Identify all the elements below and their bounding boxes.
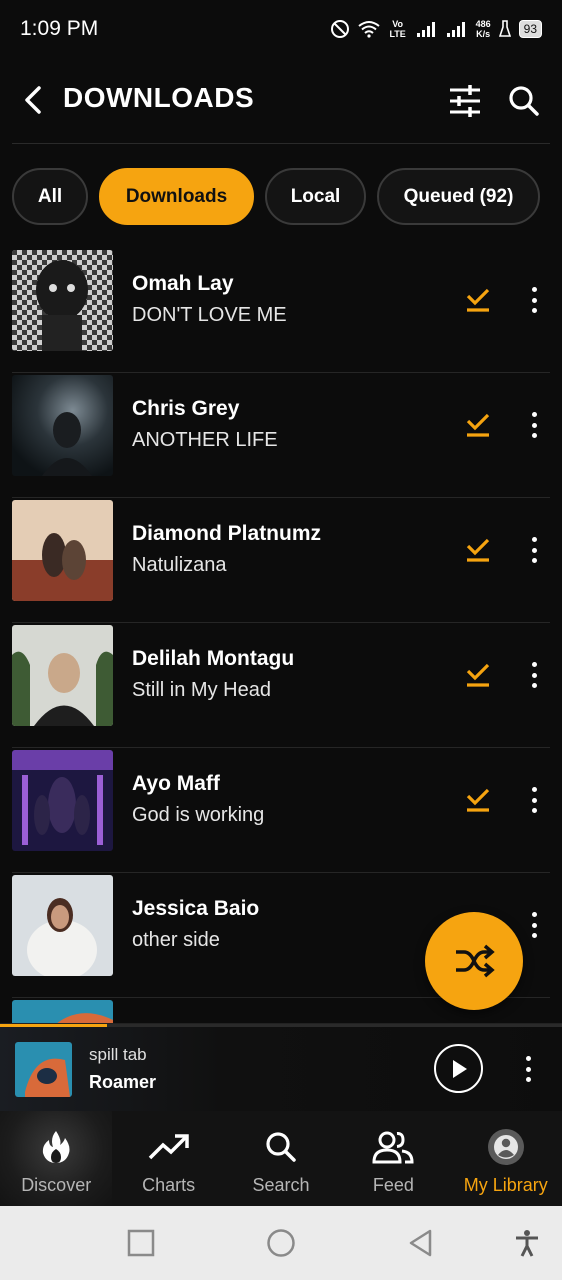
recent-apps-icon[interactable] xyxy=(126,1228,156,1258)
track-title: God is working xyxy=(132,804,265,826)
status-time: 1:09 PM xyxy=(20,17,99,40)
signal-icon-2 xyxy=(446,22,465,37)
downloaded-check-icon xyxy=(466,538,490,562)
more-options-button[interactable] xyxy=(524,659,544,691)
track-artist: Jessica Baio xyxy=(132,897,260,920)
status-bar: 1:09 PM Vo LTE 486 K/s 93 xyxy=(0,0,562,58)
downloaded-check-icon xyxy=(466,288,490,312)
chip-all[interactable]: All xyxy=(12,168,88,225)
now-playing-art xyxy=(15,1042,72,1097)
track-row[interactable]: Ayo Maff God is working xyxy=(12,748,550,873)
wifi-icon xyxy=(357,21,380,38)
search-button[interactable] xyxy=(506,84,542,118)
track-artist: Diamond Platnumz xyxy=(132,522,322,545)
album-art xyxy=(12,375,113,476)
volte-indicator: Vo LTE xyxy=(389,19,406,39)
people-icon xyxy=(372,1131,414,1164)
nav-label: Search xyxy=(252,1175,310,1195)
more-options-button[interactable] xyxy=(524,284,544,316)
network-speed: 486 K/s xyxy=(475,19,491,39)
trending-up-icon xyxy=(148,1134,189,1160)
nav-label: My Library xyxy=(463,1175,548,1195)
play-icon xyxy=(452,1059,467,1078)
playback-progress[interactable] xyxy=(0,1024,562,1027)
play-button[interactable] xyxy=(434,1044,483,1093)
shuffle-button[interactable] xyxy=(425,912,523,1010)
nav-label: Feed xyxy=(372,1175,414,1195)
accessibility-icon[interactable] xyxy=(512,1228,542,1258)
shuffle-icon xyxy=(456,944,495,978)
album-art-image xyxy=(12,500,113,601)
track-artist: Ayo Maff xyxy=(132,772,220,795)
now-playing-title: Roamer xyxy=(89,1072,157,1092)
album-art-image xyxy=(12,875,113,976)
track-title: ANOTHER LIFE xyxy=(132,429,278,451)
album-art xyxy=(12,250,113,351)
app-header: DOWNLOADS xyxy=(0,70,562,132)
track-row[interactable]: Delilah Montagu Still in My Head xyxy=(12,623,550,748)
downloaded-check-icon xyxy=(466,663,490,687)
more-options-button[interactable] xyxy=(524,534,544,566)
chip-downloads[interactable]: Downloads xyxy=(99,168,254,225)
nav-my-library[interactable]: My Library xyxy=(450,1111,562,1206)
more-options-button[interactable] xyxy=(524,784,544,816)
downloaded-check-icon xyxy=(466,413,490,437)
track-title: Still in My Head xyxy=(132,679,271,701)
do-not-disturb-icon xyxy=(330,20,349,38)
track-title: Natulizana xyxy=(132,554,227,576)
album-art xyxy=(12,500,113,601)
mini-player[interactable]: spill tab Roamer xyxy=(0,1023,562,1111)
status-icons: Vo LTE 486 K/s 93 xyxy=(330,19,542,39)
nav-feed[interactable]: Feed xyxy=(337,1111,449,1206)
chip-queued[interactable]: Queued (92) xyxy=(377,168,540,225)
back-icon[interactable] xyxy=(406,1228,436,1258)
chip-local[interactable]: Local xyxy=(265,168,366,225)
track-row[interactable]: Diamond Platnumz Natulizana xyxy=(12,498,550,623)
album-art-image xyxy=(12,625,113,726)
mini-player-more-button[interactable] xyxy=(518,1054,538,1084)
track-artist: Omah Lay xyxy=(132,272,234,295)
track-artist: Chris Grey xyxy=(132,397,240,420)
more-options-button[interactable] xyxy=(524,409,544,441)
filter-chips: All Downloads Local Queued (92) xyxy=(12,168,540,226)
flask-icon xyxy=(498,20,511,37)
chevron-left-icon xyxy=(25,86,41,114)
system-navigation-bar xyxy=(0,1206,562,1280)
bottom-navigation: Discover Charts Search Feed My Library xyxy=(0,1111,562,1206)
more-options-button[interactable] xyxy=(524,909,544,941)
track-row[interactable]: Chris Grey ANOTHER LIFE xyxy=(12,373,550,498)
album-art-image xyxy=(12,250,113,351)
nav-search[interactable]: Search xyxy=(225,1111,337,1206)
now-playing-art-image xyxy=(15,1042,72,1097)
nav-discover[interactable]: Discover xyxy=(0,1111,113,1206)
search-icon xyxy=(266,1132,296,1162)
page-title: DOWNLOADS xyxy=(63,82,255,113)
flame-icon xyxy=(43,1131,70,1163)
nav-label: Discover xyxy=(21,1175,92,1195)
album-art xyxy=(12,625,113,726)
track-title: other side xyxy=(132,929,220,951)
nav-label: Charts xyxy=(142,1175,196,1195)
track-artist: Delilah Montagu xyxy=(132,647,295,670)
back-button[interactable] xyxy=(18,84,48,116)
nav-charts[interactable]: Charts xyxy=(112,1111,224,1206)
album-art-image xyxy=(12,750,113,851)
header-divider xyxy=(12,143,550,144)
album-art xyxy=(12,750,113,851)
account-circle-icon xyxy=(487,1129,524,1165)
album-art xyxy=(12,875,113,976)
sliders-icon xyxy=(450,85,480,117)
home-icon[interactable] xyxy=(266,1228,296,1258)
downloaded-check-icon xyxy=(466,788,490,812)
now-playing-subtitle: spill tab xyxy=(89,1045,147,1064)
signal-icon xyxy=(416,22,435,37)
search-icon xyxy=(509,86,539,116)
filter-button[interactable] xyxy=(446,84,484,118)
battery-indicator: 93 xyxy=(518,20,542,38)
track-title: DON'T LOVE ME xyxy=(132,304,287,326)
track-row[interactable]: Omah Lay DON'T LOVE ME xyxy=(12,248,550,373)
album-art-image xyxy=(12,375,113,476)
